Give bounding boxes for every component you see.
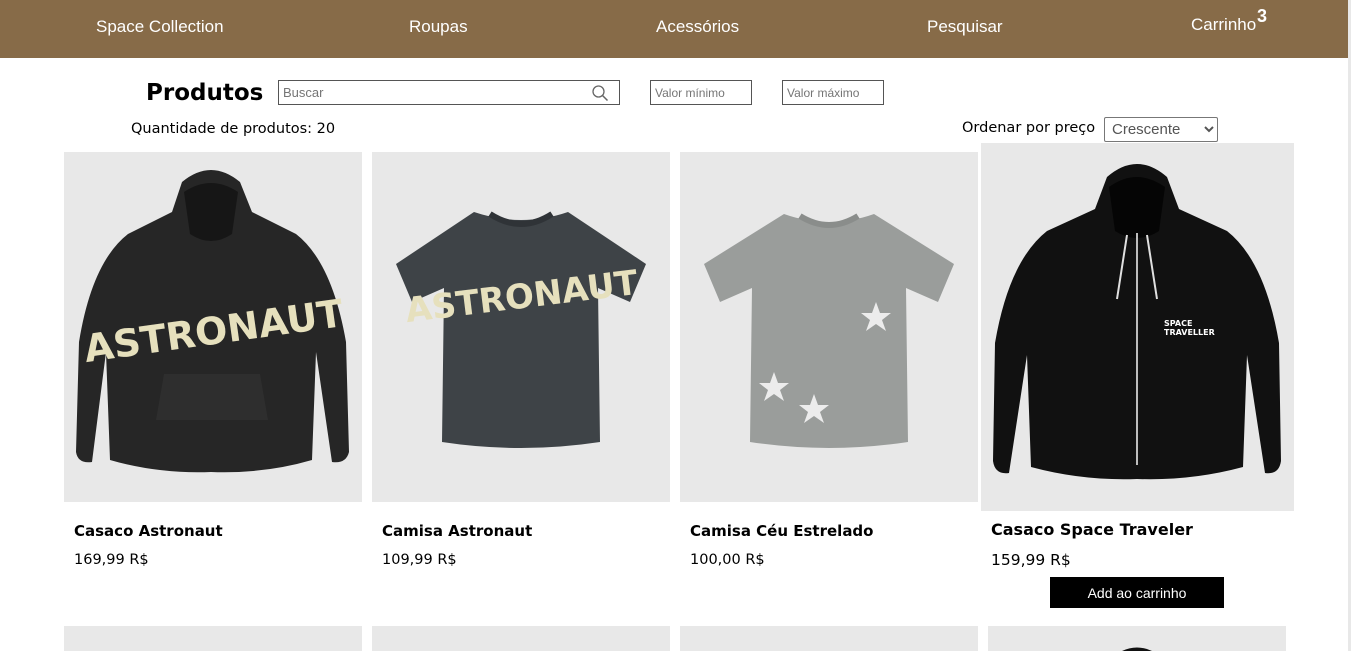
page-title: Produtos (146, 80, 264, 106)
nav-roupas-link[interactable]: Roupas (409, 17, 468, 37)
search-input[interactable] (279, 81, 579, 104)
product-name[interactable]: Camisa Céu Estrelado (690, 522, 873, 540)
product-price: 100,00 R$ (690, 552, 765, 568)
print-text-line1: SPACE (1164, 319, 1192, 328)
product-image[interactable]: SPACE TRAVELLER (981, 143, 1294, 511)
nav-pesquisar-link[interactable]: Pesquisar (927, 17, 1003, 37)
product-name[interactable]: Camisa Astronaut (382, 522, 532, 540)
sort-label: Ordenar por preço (962, 120, 1096, 136)
cart-count-badge: 3 (1257, 6, 1268, 26)
product-name[interactable]: Casaco Astronaut (74, 522, 223, 540)
product-price: 109,99 R$ (382, 552, 457, 568)
nav-acessorios-link[interactable]: Acessórios (656, 17, 739, 37)
product-image[interactable]: ASTRONAUT (64, 152, 362, 502)
product-image[interactable] (680, 626, 978, 651)
print-text-line2: TRAVELLER (1164, 328, 1215, 337)
product-name[interactable]: Casaco Space Traveler (991, 520, 1193, 539)
max-price-input[interactable] (782, 80, 884, 105)
search-box (278, 80, 620, 105)
nav-cart-link[interactable]: Carrinho (1191, 15, 1256, 35)
add-to-cart-button[interactable]: Add ao carrinho (1050, 577, 1224, 608)
product-image[interactable] (64, 626, 362, 651)
product-price: 159,99 R$ (991, 551, 1071, 569)
min-price-input[interactable] (650, 80, 752, 105)
product-image[interactable] (372, 626, 670, 651)
product-image[interactable] (988, 626, 1286, 651)
top-navbar: Space Collection Roupas Acessórios Pesqu… (0, 0, 1351, 58)
sort-select[interactable]: Crescente (1104, 117, 1218, 142)
product-count-text: Quantidade de produtos: 20 (131, 121, 336, 137)
nav-brand-link[interactable]: Space Collection (96, 17, 224, 37)
product-image[interactable] (680, 152, 978, 502)
product-price: 169,99 R$ (74, 552, 149, 568)
search-icon[interactable] (591, 84, 609, 102)
product-image[interactable]: ASTRONAUT (372, 152, 670, 502)
